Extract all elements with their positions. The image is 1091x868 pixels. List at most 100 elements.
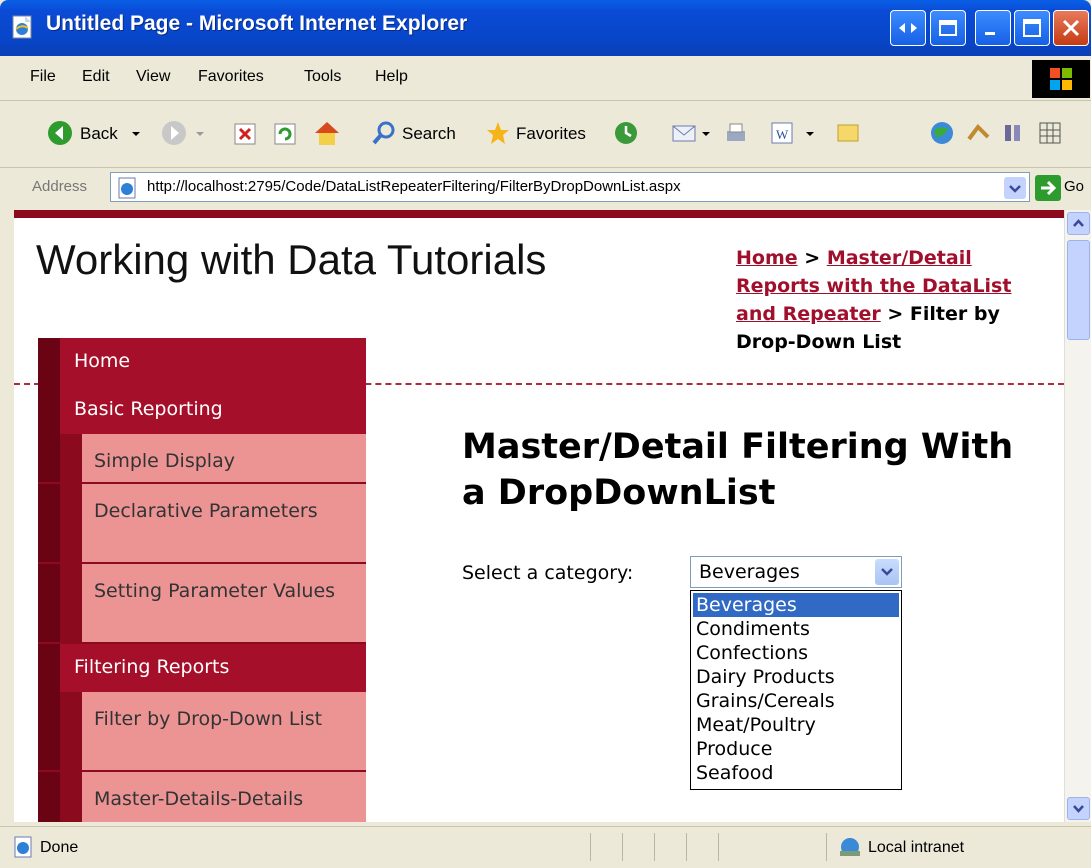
chevron-down-icon: [881, 568, 893, 576]
category-select-label: Select a category:: [462, 562, 634, 584]
globe-icon[interactable]: [928, 119, 956, 147]
status-separator: [590, 833, 591, 861]
messenger-icon[interactable]: [964, 119, 992, 147]
nav-item-label: Simple Display: [94, 450, 235, 472]
breadcrumb: Home > Master/Detail Reports with the Da…: [736, 244, 1026, 356]
minimize-button[interactable]: [975, 10, 1011, 46]
nav-item-label: Filtering Reports: [74, 656, 230, 678]
back-icon[interactable]: [46, 119, 74, 147]
category-select[interactable]: Beverages: [690, 556, 902, 588]
status-separator: [686, 833, 687, 861]
page-content: Working with Data Tutorials Home > Maste…: [14, 210, 1064, 822]
arrows-icon: [899, 23, 917, 33]
refresh-icon[interactable]: [272, 121, 298, 147]
nav-item-label: Basic Reporting: [74, 398, 223, 420]
dropdown-button[interactable]: [875, 559, 899, 585]
breadcrumb-separator: >: [804, 247, 821, 269]
status-text: Done: [40, 839, 79, 856]
chevron-down-icon[interactable]: [804, 129, 816, 139]
maximize-button[interactable]: [1014, 10, 1050, 46]
vertical-scrollbar[interactable]: [1064, 210, 1091, 822]
nav-item-simple-display[interactable]: Simple Display: [38, 434, 366, 484]
go-button[interactable]: Go: [1064, 178, 1084, 195]
nav-section-basic-reporting[interactable]: Basic Reporting: [38, 386, 366, 434]
category-option[interactable]: Meat/Poultry: [693, 713, 899, 737]
category-dropdown-list: Beverages Condiments Confections Dairy P…: [690, 590, 902, 790]
nav-bar: [38, 644, 60, 692]
category-option[interactable]: Confections: [693, 641, 899, 665]
nav-item-setting-parameter-values[interactable]: Setting Parameter Values: [38, 564, 366, 644]
maximize-icon: [1023, 19, 1041, 37]
category-option[interactable]: Condiments: [693, 617, 899, 641]
address-label: Address: [32, 178, 88, 195]
back-button[interactable]: Back: [80, 124, 118, 144]
scrollbar-thumb[interactable]: [1067, 240, 1090, 340]
scroll-down-button[interactable]: [1067, 797, 1090, 820]
mail-icon[interactable]: [670, 119, 700, 147]
menu-file[interactable]: File: [30, 68, 56, 86]
back-forward-toggle-button[interactable]: [890, 10, 926, 46]
nav-item-master-details[interactable]: Master-Details-Details: [38, 772, 366, 822]
nav-bar: [38, 564, 60, 642]
print-icon[interactable]: [722, 119, 750, 147]
site-title: Working with Data Tutorials: [36, 236, 547, 283]
nav-bar: [60, 692, 82, 770]
category-option[interactable]: Beverages: [693, 593, 899, 617]
chevron-down-icon[interactable]: [194, 129, 206, 139]
category-option[interactable]: Produce: [693, 737, 899, 761]
favorites-star-icon[interactable]: [484, 119, 512, 147]
menu-tools[interactable]: Tools: [304, 68, 341, 86]
chevron-down-icon[interactable]: [1004, 177, 1026, 199]
discuss-icon[interactable]: [834, 119, 862, 147]
nav-section-filtering-reports[interactable]: Filtering Reports: [38, 644, 366, 692]
category-option[interactable]: Dairy Products: [693, 665, 899, 689]
scroll-up-button[interactable]: [1067, 212, 1090, 235]
address-input[interactable]: http://localhost:2795/Code/DataListRepea…: [110, 172, 1030, 202]
go-arrow-icon[interactable]: [1034, 174, 1062, 202]
ie-page-icon: [14, 836, 32, 858]
breadcrumb-home-link[interactable]: Home: [736, 247, 798, 269]
search-button[interactable]: Search: [402, 124, 456, 144]
category-option[interactable]: Grains/Cereals: [693, 689, 899, 713]
window-menu-button[interactable]: [930, 10, 966, 46]
menu-help[interactable]: Help: [375, 68, 408, 86]
edit-word-icon[interactable]: W: [768, 119, 796, 147]
svg-text:W: W: [776, 127, 789, 142]
close-button[interactable]: [1053, 10, 1089, 46]
nav-bar: [60, 484, 82, 562]
window-icon: [939, 20, 957, 36]
windows-logo-icon: [1032, 60, 1090, 98]
chevron-down-icon[interactable]: [130, 129, 142, 139]
ie-page-icon: [12, 15, 32, 39]
favorites-button[interactable]: Favorites: [516, 124, 586, 144]
menu-view[interactable]: View: [136, 68, 170, 86]
category-option[interactable]: Seafood: [693, 761, 899, 785]
category-select-value: Beverages: [699, 561, 800, 583]
menu-edit[interactable]: Edit: [82, 68, 110, 86]
title-bar[interactable]: Untitled Page - Microsoft Internet Explo…: [0, 0, 1091, 56]
grid-icon[interactable]: [1036, 119, 1064, 147]
nav-bar: [38, 386, 60, 434]
home-icon[interactable]: [312, 119, 342, 147]
forward-icon[interactable]: [160, 119, 188, 147]
address-url[interactable]: http://localhost:2795/Code/DataListRepea…: [147, 178, 681, 195]
nav-bar: [60, 772, 82, 822]
search-icon[interactable]: [370, 119, 398, 147]
close-icon: [1062, 19, 1080, 37]
nav-bar: [38, 338, 60, 386]
status-separator: [622, 833, 623, 861]
nav-bar: [38, 434, 60, 482]
research-icon[interactable]: [1000, 119, 1028, 147]
stop-icon[interactable]: [232, 121, 258, 147]
nav-item-filter-by-dropdown[interactable]: Filter by Drop-Down List: [38, 692, 366, 772]
chevron-up-icon: [1073, 219, 1084, 227]
menu-favorites[interactable]: Favorites: [198, 68, 264, 86]
history-icon[interactable]: [612, 119, 640, 147]
minimize-icon: [985, 32, 995, 35]
nav-bar: [60, 564, 82, 642]
nav-bar: [38, 484, 60, 562]
chevron-down-icon[interactable]: [700, 129, 712, 139]
nav-item-declarative-parameters[interactable]: Declarative Parameters: [38, 484, 366, 564]
nav-item-home[interactable]: Home: [38, 338, 366, 386]
page-heading: Master/Detail Filtering With a DropDownL…: [462, 427, 1014, 513]
